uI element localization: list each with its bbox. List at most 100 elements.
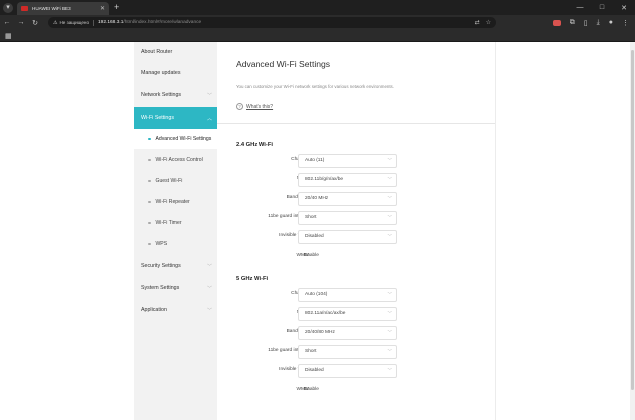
channel-5-select[interactable]: Auto (104) ﹀ [298, 288, 397, 302]
sidebar-item-application[interactable]: Application ﹀ [134, 300, 217, 320]
bandwidth-24-select[interactable]: 20/40 MHz ﹀ [298, 192, 397, 206]
new-tab-icon[interactable]: + [114, 3, 119, 12]
channel-24-select[interactable]: Auto (11) ﹀ [298, 154, 397, 168]
sidebar-sub-wifi-access-control[interactable]: Wi-Fi Access Control [134, 150, 217, 170]
tab-search-icon[interactable]: ▾ [3, 2, 13, 13]
sidebar-item-security-settings[interactable]: Security Settings ﹀ [134, 256, 217, 276]
select-value: Auto (104) [305, 292, 328, 297]
mode-5-select[interactable]: 802.11a/n/ac/ax/be ﹀ [298, 307, 397, 321]
chevron-down-icon: ﹀ [387, 177, 393, 182]
browser-toolbar: ← → ↻ ⚠ Не защищено 192.168.3.1 /html/in… [0, 15, 635, 30]
tab-title: HUAWEI WiFi BE3 [32, 6, 71, 11]
apps-grid-icon[interactable]: ▦ [5, 32, 12, 40]
chevron-down-icon: ﹀ [387, 311, 393, 316]
row-5-channel: Channel Auto (104)﹀ [217, 288, 495, 302]
maximize-icon[interactable]: □ [591, 4, 613, 11]
row-5-guard: 11be guard interval Short ﹀ [217, 345, 495, 359]
huawei-favicon-icon [21, 6, 28, 11]
section-title-2-4ghz: 2.4 GHz Wi-Fi [236, 142, 273, 148]
row-24-bandwidth: Bandwidth 20/40 MHz﹀ [217, 192, 495, 206]
sidebar-item-label: Network Settings [141, 92, 182, 98]
chevron-down-icon: ﹀ [206, 285, 212, 292]
minimize-icon[interactable]: — [569, 4, 591, 11]
select-value: Disabled [305, 368, 324, 373]
url-path[interactable]: /html/index.html#/more/wlanadvance [123, 20, 201, 25]
url-host[interactable]: 192.168.3.1 [98, 20, 123, 25]
select-value: Disabled [305, 234, 324, 239]
scrollbar-thumb[interactable] [631, 50, 634, 390]
chevron-down-icon: ﹀ [387, 196, 393, 201]
warning-icon[interactable]: ⚠ [53, 20, 57, 26]
translate-icon[interactable]: ⇄ [475, 19, 480, 26]
sidebar-item-wifi-settings[interactable]: Wi-Fi Settings ︿ [134, 107, 217, 129]
chevron-down-icon: ﹀ [387, 234, 393, 239]
sidebar-item-label: Advanced Wi-Fi Settings [155, 136, 212, 142]
reload-icon[interactable]: ↻ [28, 19, 42, 27]
page-scrollbar[interactable] [630, 42, 635, 420]
insecure-label[interactable]: Не защищено [59, 20, 89, 25]
chevron-down-icon: ﹀ [387, 292, 393, 297]
sidebar-item-label: Wi-Fi Settings [141, 115, 174, 121]
mode-24-select[interactable]: 802.11b/g/n/ax/be ﹀ [298, 173, 397, 187]
row-24-mode: Mode 802.11b/g/n/ax/be﹀ [217, 173, 495, 187]
select-value: Short [305, 215, 317, 220]
select-value: Auto (11) [305, 158, 325, 163]
browser-tab[interactable]: HUAWEI WiFi BE3 ✕ [17, 2, 109, 15]
guard-interval-5-select[interactable]: Short ﹀ [298, 345, 397, 359]
select-value: 802.11a/n/ac/ax/be [305, 311, 346, 316]
bandwidth-5-select[interactable]: 20/40/80 MHz ﹀ [298, 326, 397, 340]
page-description: You can customize your Wi-Fi network set… [236, 84, 394, 89]
invisible-wifi-5-select[interactable]: Disabled ﹀ [298, 364, 397, 378]
row-24-invisible: Invisible Wi-Fi Disabled ﹀ [217, 230, 495, 244]
menu-kebab-icon[interactable]: ⋮ [622, 19, 629, 27]
sidebar-item-label: Security Settings [141, 263, 181, 269]
row-24-guard: 11be guard interval Short ﹀ [217, 211, 495, 225]
address-bar[interactable]: ⚠ Не защищено 192.168.3.1 /html/index.ht… [48, 17, 496, 28]
download-icon[interactable]: ⤓ [597, 19, 600, 27]
dot-icon [148, 179, 151, 183]
bookmark-star-icon[interactable]: ☆ [486, 19, 491, 26]
active-dot-icon [148, 137, 151, 141]
question-icon: ? [236, 103, 243, 110]
puzzle-icon[interactable]: ⧉ [570, 19, 575, 27]
sidebar-sub-guest-wifi[interactable]: Guest Wi-Fi [134, 171, 217, 191]
select-value: 20/40 MHz [305, 196, 329, 201]
sidebar-item-label: Manage updates [141, 70, 181, 76]
sidebar-item-system-settings[interactable]: System Settings ﹀ [134, 278, 217, 298]
help-link-row[interactable]: ? What's this? [236, 103, 273, 110]
chevron-down-icon: ﹀ [206, 92, 212, 99]
sidebar-sub-wps[interactable]: WPS [134, 234, 217, 254]
select-value: Short [305, 349, 317, 354]
extension-icon[interactable] [552, 19, 561, 26]
row-24-channel: Channel Auto (11)﹀ [217, 154, 495, 168]
whats-this-link[interactable]: What's this? [246, 104, 273, 110]
close-icon[interactable]: ✕ [100, 5, 105, 12]
sidebar-item-label: Guest Wi-Fi [155, 178, 183, 184]
sidebar-item-network-settings[interactable]: Network Settings ﹀ [134, 85, 217, 105]
sidebar-sub-advanced-wifi[interactable]: Advanced Wi-Fi Settings [134, 129, 217, 149]
row-5-invisible: Invisible Wi-Fi Disabled ﹀ [217, 364, 495, 378]
section-title-5ghz: 5 GHz Wi-Fi [236, 276, 269, 282]
chevron-down-icon: ﹀ [387, 158, 393, 163]
chevron-down-icon: ﹀ [387, 215, 393, 220]
sidebar-sub-wifi-repeater[interactable]: Wi-Fi Repeater [134, 192, 217, 212]
sidebar-item-label: Wi-Fi Timer [155, 220, 182, 226]
sidebar-sub-wifi-timer[interactable]: Wi-Fi Timer [134, 213, 217, 233]
sidebar-item-about-router[interactable]: About Router [134, 42, 217, 62]
profile-icon[interactable]: ● [609, 19, 613, 26]
invisible-wifi-24-select[interactable]: Disabled ﹀ [298, 230, 397, 244]
forward-icon[interactable]: → [14, 19, 28, 26]
dot-icon [148, 200, 151, 204]
sidebar-item-manage-updates[interactable]: Manage updates [134, 63, 217, 83]
window-close-icon[interactable]: ✕ [613, 4, 635, 12]
guard-interval-24-select[interactable]: Short ﹀ [298, 211, 397, 225]
sidebar-item-label: About Router [141, 49, 173, 55]
sidebar-item-label: Wi-Fi Access Control [155, 157, 203, 163]
select-value: 20/40/80 MHz [305, 330, 335, 335]
row-5-bandwidth: Bandwidth 20/40/80 MHz﹀ [217, 326, 495, 340]
right-panel [495, 42, 630, 420]
sidebar-icon[interactable]: ▯ [584, 19, 588, 27]
back-icon[interactable]: ← [0, 19, 14, 26]
chevron-down-icon: ﹀ [387, 368, 393, 373]
sidebar-item-label: System Settings [141, 285, 180, 291]
